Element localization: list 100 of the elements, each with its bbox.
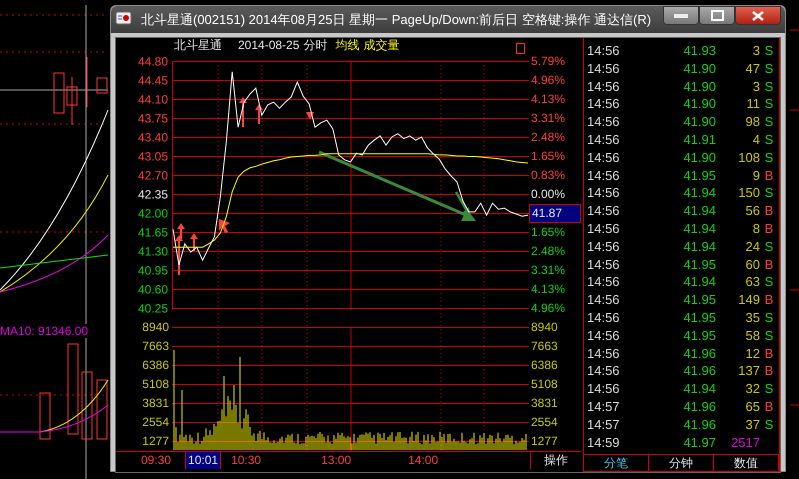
tick-side: S [764, 416, 774, 434]
tick-volume: 56 [744, 202, 760, 220]
stock-name: 北斗星通 [174, 38, 222, 52]
volume-axis-label: 2554 [141, 414, 170, 431]
tick-price: 41.94 [682, 273, 716, 292]
tick-time: 14:56 [586, 60, 621, 78]
close-icon [752, 10, 764, 20]
price-axis-label: 41.65 [138, 226, 168, 240]
minimize-button[interactable] [663, 6, 699, 25]
tick-time: 14:56 [586, 344, 621, 362]
tick-side: B [764, 291, 774, 309]
percent-axis-label: 2.48% [530, 129, 566, 146]
tick-time: 14:57 [586, 398, 621, 416]
volume-axis-label: 7663 [141, 338, 170, 355]
volume-axis-label: 6386 [141, 357, 170, 374]
percent-axis-label: 4.96% [530, 72, 566, 89]
tick-price: 41.90 [682, 113, 716, 131]
tick-price: 41.95 [682, 166, 716, 184]
volume-axis-label: 5108 [141, 376, 170, 393]
tick-side: S [764, 95, 774, 114]
percent-axis-label: 0.00% [530, 186, 566, 203]
percent-axis-label: 4.13% [530, 91, 566, 108]
tick-side: B [764, 220, 774, 238]
price-axis-label: 42.70 [138, 168, 168, 182]
app-icon [115, 10, 133, 26]
tick-price: 41.95 [682, 256, 716, 274]
tick-price: 41.93 [682, 42, 716, 60]
percent-axis-label: 5.79% [530, 53, 566, 70]
tick-price: 41.90 [682, 78, 716, 96]
window-title: 北斗星通(002151) 2014年08月25日 星期一 PageUp/Down:前后日 空格键:操作 通达信(R) [141, 11, 652, 29]
tick-volume: 8 [752, 220, 760, 238]
tick-volume: 37 [744, 416, 760, 434]
tick-volume: 47 [744, 60, 760, 78]
tick-price: 41.95 [682, 291, 716, 309]
tick-price: 41.90 [682, 148, 716, 167]
tick-time: 14:56 [586, 78, 621, 96]
volume-axis-label: 2554 [530, 414, 559, 431]
price-axis-label: 42.00 [138, 206, 168, 220]
time-axis-label: 13:00 [321, 452, 352, 469]
tick-time: 14:56 [586, 166, 621, 184]
tick-side: S [764, 130, 774, 149]
volume-axis-label: 7663 [530, 338, 559, 355]
price-axis-label: 44.10 [138, 92, 168, 106]
tick-time: 14:56 [586, 326, 621, 345]
tick-side: S [764, 113, 774, 131]
tick-volume: 149 [737, 291, 760, 309]
tick-side: B [764, 166, 774, 184]
tick-side: B [764, 256, 774, 274]
time-axis-label: 14:00 [408, 452, 438, 469]
tick-side: S [764, 78, 774, 96]
tick-time: 14:56 [586, 95, 621, 114]
maximize-button[interactable] [699, 6, 735, 25]
tick-time: 14:56 [586, 202, 621, 220]
time-axis-label: 10:30 [231, 452, 262, 469]
indicator-readout: MA10: 91346.00 [0, 324, 88, 338]
tick-side: S [764, 380, 774, 398]
tick-volume: 98 [744, 113, 760, 131]
tick-side: S [764, 238, 774, 256]
close-button[interactable] [735, 6, 781, 25]
volume-axis-label: 1277 [141, 433, 170, 450]
tick-price: 41.95 [682, 326, 716, 345]
overlay-label: 成交量 [363, 38, 400, 52]
price-axis-label: 44.45 [138, 74, 168, 88]
percent-axis-label: 1.65% [530, 224, 566, 241]
maximize-icon [710, 10, 724, 21]
tick-volume: 35 [744, 308, 760, 327]
tick-time: 14:59 [586, 434, 621, 452]
overlay-label: 均线 [335, 38, 360, 52]
tick-time: 14:56 [586, 220, 621, 238]
tick-side: S [764, 184, 774, 202]
tick-volume: 3 [752, 42, 760, 60]
tick-side: B [764, 362, 774, 380]
tick-time: 14:56 [586, 362, 621, 380]
price-axis-label: 43.05 [138, 150, 168, 164]
up-arrow-icon [190, 233, 198, 251]
panel-toggle-icon[interactable] [516, 42, 525, 54]
tick-side: B [764, 344, 774, 362]
price-axis-label: 44.80 [138, 54, 168, 68]
tick-volume: 24 [744, 238, 760, 256]
tick-volume: 108 [737, 148, 760, 167]
tick-side: S [764, 60, 774, 78]
tick-price: 41.96 [682, 416, 716, 434]
tick-price: 41.95 [682, 308, 716, 327]
tick-side: S [764, 308, 774, 327]
tick-volume: 4 [752, 130, 760, 149]
tick-time: 14:57 [586, 416, 621, 434]
percent-axis-label: 0.83% [530, 167, 566, 184]
tick-time: 14:56 [586, 130, 621, 149]
tick-volume: 137 [737, 362, 760, 380]
percent-axis-label: 4.13% [530, 281, 566, 298]
tick-time: 14:56 [586, 308, 621, 327]
tick-side: B [764, 398, 774, 416]
tick-volume: 150 [737, 184, 760, 202]
percent-axis-label: 4.96% [530, 300, 566, 317]
tick-time: 14:56 [586, 113, 621, 131]
tick-price: 41.96 [682, 362, 716, 380]
tick-time: 14:56 [586, 42, 621, 60]
volume-axis-label: 8940 [530, 319, 559, 336]
chart-date: 2014-08-25 [238, 38, 300, 52]
tick-volume: 58 [744, 326, 760, 345]
